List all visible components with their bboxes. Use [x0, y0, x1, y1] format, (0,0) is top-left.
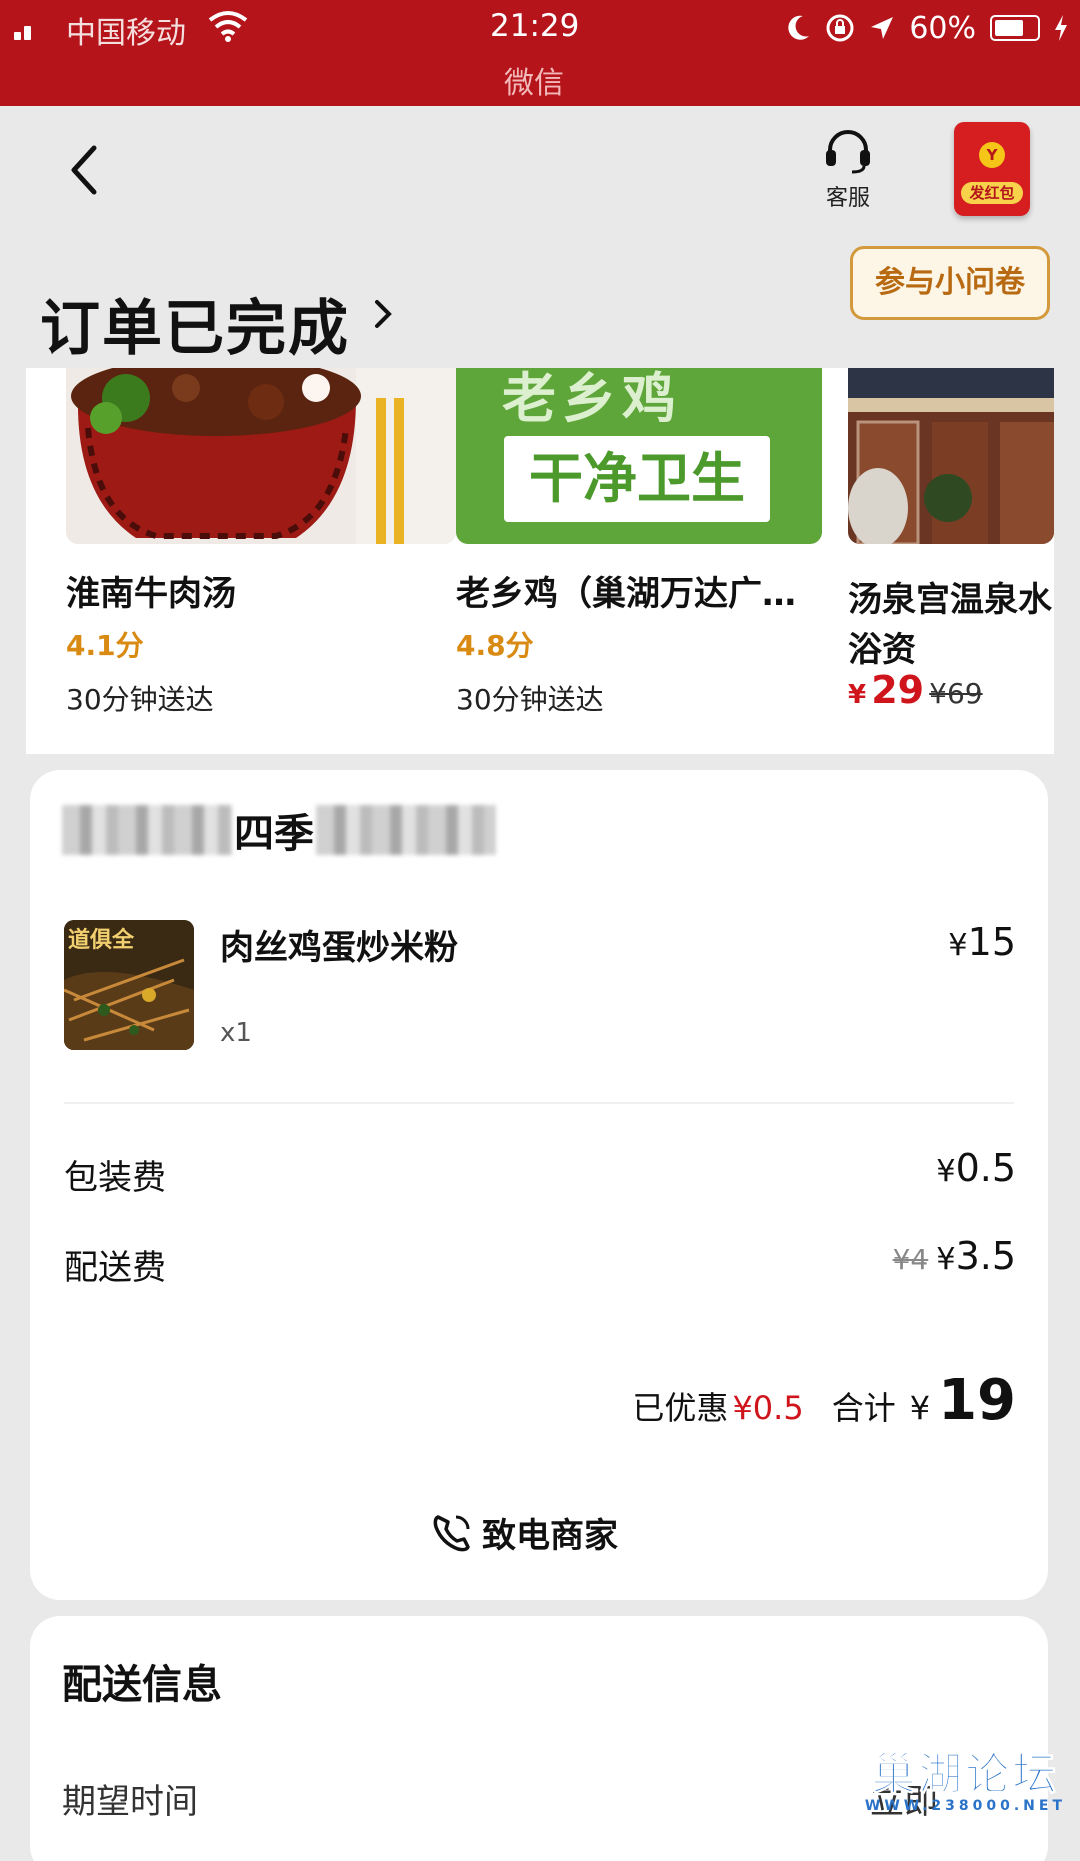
delivery-fee-value: ¥4 ¥3.5 [892, 1234, 1016, 1278]
back-button[interactable] [60, 140, 110, 200]
banner-slogan: 干净卫生 [504, 436, 770, 522]
call-merchant-button[interactable]: 致电商家 [430, 1508, 618, 1557]
total-label: 合计 [831, 1389, 896, 1427]
price-current: 29 [871, 668, 925, 712]
wifi-icon [208, 11, 248, 42]
survey-button[interactable]: 参与小问卷 [850, 246, 1050, 320]
order-card: 四季 道俱全 肉丝鸡蛋炒米粉 x1 ¥15 包装费 ¥0.5 配送费 ¥4 ¥3.… [30, 770, 1048, 1600]
item-quantity: x1 [220, 1018, 252, 1048]
price-symbol: ¥ [848, 680, 867, 710]
blurred-text [62, 805, 232, 855]
delivery-info-title: 配送信息 [62, 1662, 222, 1708]
discount-label: 已优惠 [632, 1389, 729, 1427]
blurred-text [316, 805, 496, 855]
location-icon [871, 17, 894, 39]
rotation-lock-icon [826, 14, 854, 42]
delivery-fee-original: ¥4 [892, 1243, 929, 1276]
moon-icon [788, 15, 810, 40]
clock: 21:29 [490, 8, 580, 44]
page-title[interactable]: 订单已完成 [40, 280, 350, 367]
signal-icon [14, 20, 44, 40]
rec-item-laoxiangji[interactable]: 老乡鸡 干净卫生 老乡鸡（巢湖万达广… 4.8分 30分钟送达 [456, 368, 856, 754]
headset-icon [826, 130, 870, 174]
rec-image-laoxiangji: 老乡鸡 干净卫生 [456, 368, 822, 544]
rec-name: 淮南牛肉汤 [66, 574, 236, 614]
watermark-title: 巢湖论坛 [871, 1749, 1060, 1801]
coin-icon: Y [979, 142, 1005, 168]
packaging-fee-value: ¥0.5 [936, 1146, 1016, 1190]
rec-score: 4.1分 [66, 629, 144, 662]
watermark-url: WWW.238000.NET [864, 1798, 1066, 1814]
discount-value: ¥0.5 [732, 1389, 804, 1427]
rec-eta: 30分钟送达 [456, 683, 604, 716]
item-name: 肉丝鸡蛋炒米粉 [220, 928, 458, 968]
rec-item-beef-soup[interactable]: 淮南牛肉汤 4.1分 30分钟送达 [26, 368, 456, 754]
rec-name-line1: 汤泉宫温泉水 [848, 580, 1052, 620]
app-name: 微信 [504, 66, 564, 101]
phone-icon [433, 1514, 470, 1551]
rec-image-beef-soup [66, 368, 456, 544]
status-right: 60% [785, 8, 1068, 48]
charging-icon [1055, 15, 1067, 41]
shop-name-visible: 四季 [234, 811, 314, 857]
rec-score: 4.8分 [456, 629, 534, 662]
rec-eta: 30分钟送达 [66, 683, 214, 716]
rec-name: 老乡鸡（巢湖万达广… [456, 574, 796, 614]
delivery-fee-label: 配送费 [64, 1248, 166, 1288]
chevron-right-icon[interactable] [372, 296, 394, 332]
item-price: ¥15 [948, 920, 1016, 964]
customer-service-button[interactable]: 客服 [808, 128, 888, 212]
divider [64, 1102, 1014, 1104]
battery-percent: 60% [909, 10, 976, 46]
banner-top-text: 老乡鸡 [502, 368, 682, 430]
watermark: 巢湖论坛 WWW.238000.NET [864, 1738, 1066, 1815]
battery-icon [990, 15, 1040, 41]
shop-name[interactable]: 四季 [62, 800, 496, 860]
redpacket-label: 发红包 [961, 182, 1023, 204]
rec-price: ¥ 29 ¥69 [848, 668, 983, 712]
expected-time-label: 期望时间 [62, 1782, 198, 1822]
rec-image-hot-spring [848, 368, 1054, 544]
price-original: ¥69 [929, 677, 983, 710]
total-row: 已优惠 ¥0.5 合计 ¥19 [632, 1368, 1016, 1433]
send-redpacket-button[interactable]: Y 发红包 [954, 122, 1030, 216]
carrier-name: 中国移动 [66, 16, 186, 51]
rec-item-hot-spring[interactable]: 汤泉宫温泉水 浴资 ¥ 29 ¥69 [848, 368, 1054, 754]
rec-name-line2: 浴资 [848, 630, 916, 670]
recommendation-strip[interactable]: 淮南牛肉汤 4.1分 30分钟送达 老乡鸡 干净卫生 老乡鸡（巢湖万达广… 4.… [26, 368, 1054, 754]
item-image: 道俱全 [64, 920, 194, 1050]
item-image-text: 道俱全 [68, 928, 135, 953]
service-label: 客服 [825, 186, 870, 211]
total-value: ¥19 [909, 1368, 1016, 1433]
status-bar: 中国移动 21:29 微信 60% [0, 0, 1080, 106]
call-merchant-label: 致电商家 [482, 1516, 618, 1556]
packaging-fee-label: 包装费 [64, 1158, 166, 1198]
